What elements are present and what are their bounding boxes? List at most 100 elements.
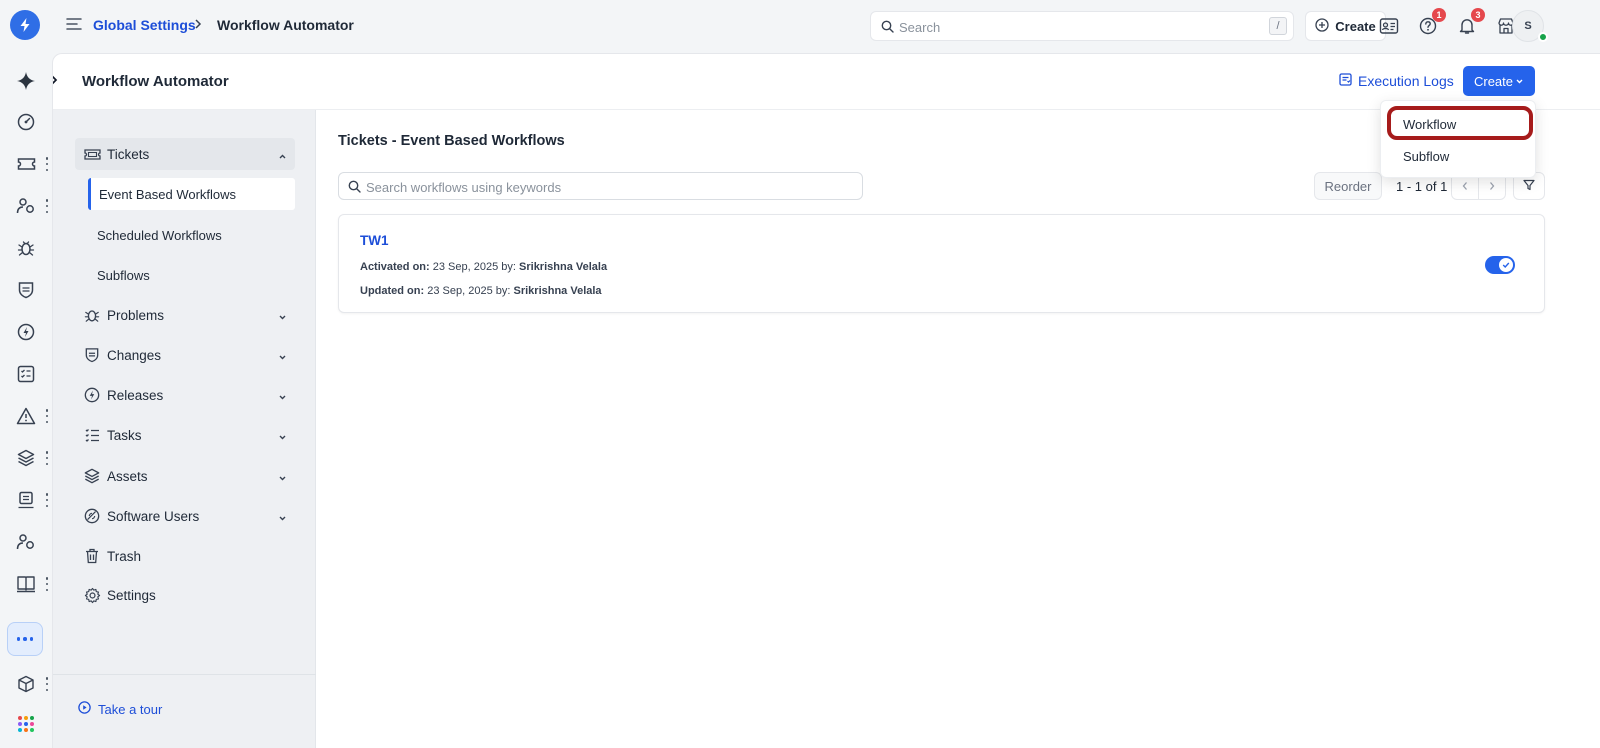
execution-logs-link[interactable]: Execution Logs — [1339, 73, 1454, 89]
sidebar-group-software-users[interactable]: Software Users — [75, 500, 295, 532]
notifications-bell-icon[interactable]: 3 — [1455, 8, 1485, 38]
sidebar-group-assets[interactable]: Assets — [75, 460, 295, 492]
breadcrumb-chevron-icon — [194, 17, 202, 34]
take-a-tour-label: Take a tour — [98, 701, 163, 717]
workflow-search-input[interactable] — [366, 177, 846, 197]
activated-by: Srikrishna Velala — [519, 261, 608, 273]
gear-icon — [83, 586, 101, 604]
contacts-card-icon[interactable] — [1377, 14, 1401, 38]
create-label: Create — [1473, 73, 1514, 89]
updated-date: 23 Sep, 2025 — [427, 285, 493, 297]
sidebar-item-event-based-workflows[interactable]: Event Based Workflows — [88, 178, 295, 210]
tasks-icon[interactable] — [13, 361, 39, 387]
chevron-down-icon — [278, 511, 287, 526]
workflow-search[interactable] — [338, 172, 863, 200]
create-workflow-button[interactable]: Create — [1463, 66, 1535, 96]
sidebar-group-tickets[interactable]: Tickets — [75, 138, 295, 170]
expand-sidebar-icon[interactable] — [53, 71, 61, 89]
problems-bug-icon[interactable] — [13, 235, 39, 261]
activated-label: Activated on: — [360, 261, 430, 273]
updated-label: Updated on: — [360, 285, 425, 297]
assets-more-icon[interactable] — [44, 451, 50, 465]
tickets-more-icon[interactable] — [44, 157, 50, 171]
pagination-text: 1 - 1 of 1 — [1396, 179, 1448, 194]
sidebar-group-label: Assets — [107, 468, 148, 484]
menu-item-workflow[interactable]: Workflow — [1403, 117, 1456, 132]
workflow-enabled-toggle[interactable] — [1485, 256, 1515, 274]
section-title: Tickets - Event Based Workflows — [338, 133, 565, 149]
search-icon — [348, 180, 361, 196]
logs-icon — [1339, 73, 1352, 89]
execution-logs-label: Execution Logs — [1358, 73, 1454, 89]
contacts-more-icon[interactable] — [44, 199, 50, 213]
reports-more-icon[interactable] — [44, 493, 50, 507]
tickets-icon[interactable] — [13, 151, 39, 177]
help-icon[interactable]: 1 — [1416, 8, 1446, 38]
releases-icon[interactable] — [13, 319, 39, 345]
solutions-more-icon[interactable] — [44, 577, 50, 591]
solutions-book-icon[interactable] — [13, 571, 39, 597]
alerts-more-icon[interactable] — [44, 409, 50, 423]
breadcrumb-global-settings[interactable]: Global Settings — [93, 17, 196, 33]
sidebar-group-label: Software Users — [107, 508, 200, 524]
chevron-down-icon — [278, 471, 287, 486]
notifications-badge: 3 — [1471, 8, 1485, 22]
global-search[interactable]: / — [870, 11, 1294, 41]
global-create-label: Create — [1335, 18, 1376, 34]
changes-shield-icon[interactable] — [13, 277, 39, 303]
packages-box-icon[interactable] — [13, 671, 39, 697]
bolt-icon — [83, 386, 101, 404]
reorder-button[interactable]: Reorder — [1314, 172, 1382, 200]
workflow-card[interactable]: TW1 Activated on: 23 Sep, 2025 by: Srikr… — [338, 214, 1545, 313]
updated-by-label: by: — [495, 285, 511, 297]
chevron-down-icon — [1515, 74, 1524, 89]
ticket-icon — [83, 145, 101, 163]
breadcrumb-current: Workflow Automator — [217, 17, 354, 33]
bug-icon — [83, 306, 101, 324]
assets-layers-icon[interactable] — [13, 445, 39, 471]
packages-more-icon[interactable] — [44, 677, 50, 691]
global-create-button[interactable]: Create — [1305, 11, 1386, 41]
reports-icon[interactable] — [13, 487, 39, 513]
sidebar-group-tasks[interactable]: Tasks — [75, 419, 295, 451]
sidebar-group-label: Releases — [107, 387, 164, 403]
contacts-icon[interactable] — [13, 193, 39, 219]
users-icon[interactable] — [13, 529, 39, 555]
sidebar-group-changes[interactable]: Changes — [75, 339, 295, 371]
app-logo-icon[interactable] — [10, 10, 40, 40]
workflow-sidebar: Tickets Event Based Workflows Scheduled … — [53, 110, 316, 748]
sidebar-group-label: Tasks — [107, 427, 142, 443]
play-circle-icon — [78, 701, 91, 717]
sidebar-group-label: Problems — [107, 307, 165, 323]
alerts-icon[interactable] — [13, 403, 39, 429]
sidebar-group-label: Tickets — [107, 146, 150, 162]
chevron-down-icon — [278, 430, 287, 445]
menu-item-subflow[interactable]: Subflow — [1403, 149, 1449, 164]
more-apps-button[interactable] — [7, 622, 43, 656]
updated-by: Srikrishna Velala — [513, 285, 602, 297]
create-dropdown-menu: Workflow Subflow — [1380, 100, 1536, 178]
sidebar-item-scheduled-workflows[interactable]: Scheduled Workflows — [88, 219, 295, 251]
chevron-down-icon — [278, 310, 287, 325]
layers-icon — [83, 467, 101, 485]
app-rail — [0, 0, 52, 748]
check-icon — [1499, 258, 1513, 272]
sidebar-group-problems[interactable]: Problems — [75, 299, 295, 331]
global-search-input[interactable] — [899, 17, 1249, 37]
dashboard-icon[interactable] — [13, 109, 39, 135]
menu-icon[interactable] — [66, 17, 82, 34]
sidebar-item-subflows[interactable]: Subflows — [88, 259, 295, 291]
take-a-tour-link[interactable]: Take a tour — [78, 701, 162, 717]
sidebar-item-trash[interactable]: Trash — [75, 540, 295, 572]
help-badge: 1 — [1432, 8, 1446, 22]
workflow-name[interactable]: TW1 — [360, 233, 389, 248]
activated-by-label: by: — [501, 261, 516, 273]
chevron-down-icon — [278, 390, 287, 405]
freddy-ai-icon[interactable] — [13, 68, 39, 94]
sidebar-divider — [53, 674, 316, 675]
sidebar-group-releases[interactable]: Releases — [75, 379, 295, 411]
workflow-automator-page: Workflow Automator Execution Logs Create… — [52, 53, 1600, 748]
app-launcher-icon[interactable] — [13, 711, 39, 737]
software-icon — [83, 507, 101, 525]
sidebar-item-settings[interactable]: Settings — [75, 579, 295, 611]
